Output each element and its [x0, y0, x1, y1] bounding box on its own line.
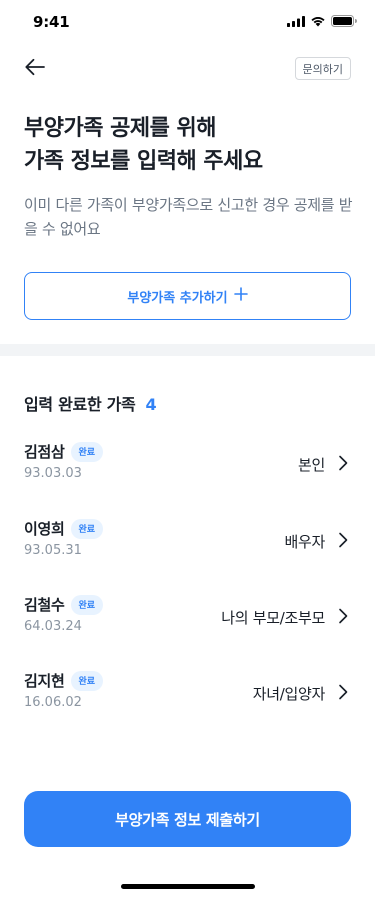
family-item[interactable]: 김점삼 완료 93.03.03 본인 [0, 436, 375, 496]
status-icons [287, 15, 357, 27]
chevron-right-icon [335, 530, 351, 550]
page-title-line2: 가족 정보를 입력해 주세요 [24, 149, 263, 174]
add-dependent-button[interactable]: 부양가족 추가하기 [24, 272, 351, 320]
section-divider [0, 344, 375, 356]
page-title: 부양가족 공제를 위해 가족 정보를 입력해 주세요 [24, 112, 263, 178]
inquiry-button[interactable]: 문의하기 [294, 57, 351, 80]
family-birthdate: 64.03.24 [24, 619, 82, 634]
family-birthdate: 93.03.03 [24, 466, 82, 481]
wifi-icon [310, 15, 326, 27]
family-birthdate: 93.05.31 [24, 543, 82, 558]
family-section-title: 입력 완료한 가족 4 [24, 391, 157, 415]
nav-bar: 문의하기 [0, 52, 375, 84]
family-name: 김점삼 [24, 443, 65, 461]
status-badge: 완료 [70, 670, 104, 691]
family-name: 김철수 [24, 596, 65, 614]
plus-icon [233, 287, 248, 305]
family-name-row: 김지현 완료 [24, 670, 104, 691]
family-name-row: 이영희 완료 [24, 518, 104, 539]
status-bar: 9:41 [0, 0, 375, 44]
status-badge: 완료 [70, 518, 104, 539]
family-count: 4 [145, 395, 157, 414]
family-item[interactable]: 김철수 완료 64.03.24 나의 부모/조부모 [0, 589, 375, 649]
chevron-right-icon [335, 682, 351, 702]
family-name-row: 김철수 완료 [24, 594, 104, 615]
status-badge: 완료 [70, 441, 104, 462]
status-badge: 완료 [70, 594, 104, 615]
chevron-right-icon [335, 606, 351, 626]
page-subtitle: 이미 다른 가족이 부양가족으로 신고한 경우 공제를 받을 수 없어요 [24, 196, 353, 238]
family-relation: 배우자 [284, 533, 325, 551]
family-item[interactable]: 이영희 완료 93.05.31 배우자 [0, 513, 375, 573]
family-relation: 본인 [297, 456, 325, 474]
arrow-left-icon [24, 58, 46, 80]
back-button[interactable] [20, 54, 50, 84]
family-section-label: 입력 완료한 가족 [24, 395, 136, 414]
family-name: 김지현 [24, 672, 65, 690]
add-dependent-label: 부양가족 추가하기 [127, 290, 228, 306]
family-relation: 자녀/입양자 [252, 685, 326, 703]
battery-icon [331, 15, 357, 27]
home-indicator [121, 884, 255, 889]
family-item[interactable]: 김지현 완료 16.06.02 자녀/입양자 [0, 665, 375, 725]
family-name-row: 김점삼 완료 [24, 441, 104, 462]
chevron-right-icon [335, 453, 351, 473]
status-time: 9:41 [33, 13, 70, 31]
family-birthdate: 16.06.02 [24, 695, 82, 710]
submit-button[interactable]: 부양가족 정보 제출하기 [24, 791, 351, 847]
page-title-line1: 부양가족 공제를 위해 [24, 116, 216, 141]
family-name: 이영희 [24, 520, 65, 538]
cellular-signal-icon [287, 15, 305, 27]
family-relation: 나의 부모/조부모 [221, 609, 325, 627]
